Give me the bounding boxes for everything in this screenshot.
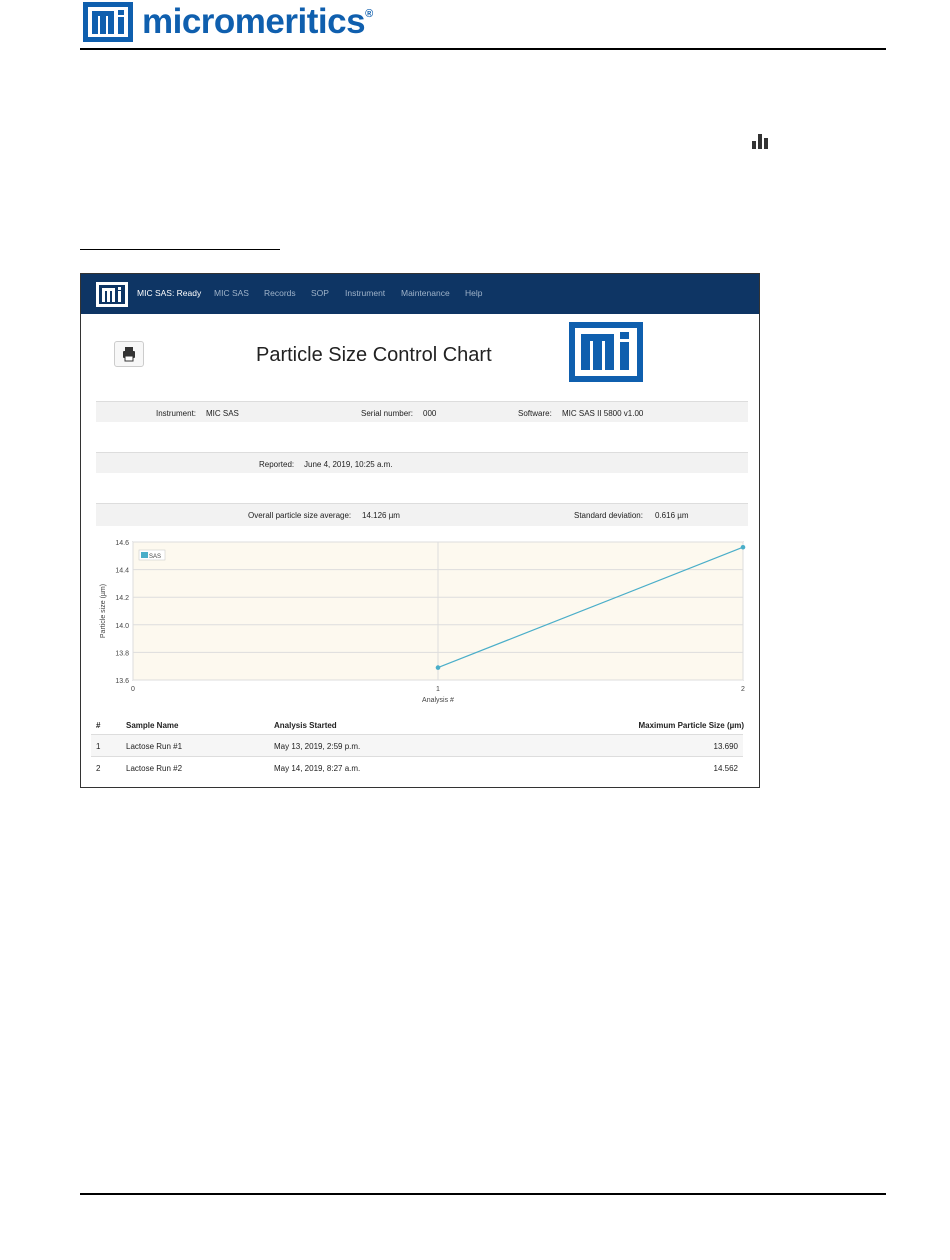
row-sample-name: Lactose Run #1 — [126, 742, 183, 751]
serial-value: 000 — [423, 409, 437, 418]
row-analysis-started: May 14, 2019, 8:27 a.m. — [274, 764, 361, 773]
table-row[interactable]: 2 Lactose Run #2 May 14, 2019, 8:27 a.m.… — [91, 756, 743, 779]
instrument-label: Instrument: — [156, 409, 197, 418]
col-header-sample-name: Sample Name — [126, 721, 179, 730]
col-header-analysis-started: Analysis Started — [274, 721, 337, 730]
average-label: Overall particle size average: — [248, 511, 352, 520]
micromeritics-brand-text: micromeritics® — [142, 2, 373, 41]
chart-canvas: 13.6 13.8 14.0 14.2 14.4 14.6 0 1 2 Particle size… — [100, 540, 746, 704]
reported-value: June 4, 2019, 10:25 a.m. — [304, 460, 393, 469]
header-rule — [80, 48, 886, 50]
stddev-label: Standard deviation: — [574, 511, 643, 520]
instrument-value: MIC SAS — [206, 409, 239, 418]
row-max-particle-size: 13.690 — [713, 742, 738, 751]
print-button[interactable] — [114, 341, 144, 367]
legend-swatch — [141, 552, 148, 558]
particle-size-chart: 13.6 13.8 14.0 14.2 14.4 14.6 0 1 2 Particle size… — [91, 536, 751, 706]
printer-icon — [123, 347, 135, 362]
table-row[interactable]: 1 Lactose Run #1 May 13, 2019, 2:59 p.m.… — [91, 734, 743, 757]
stddev-value: 0.616 µm — [655, 511, 689, 520]
x-axis-label: Analysis # — [422, 697, 454, 704]
row-number: 2 — [96, 764, 101, 773]
link-underline — [80, 249, 280, 250]
nav-item-maintenance[interactable]: Maintenance — [401, 288, 450, 298]
y-tick-label: 14.4 — [115, 568, 129, 575]
mi-brand-logo — [569, 322, 643, 382]
nav-item-mic-sas[interactable]: MIC SAS — [214, 288, 249, 298]
col-header-max-particle-size: Maximum Particle Size (µm) — [638, 721, 744, 730]
data-point — [740, 544, 746, 550]
serial-label: Serial number: — [361, 409, 414, 418]
x-tick-label: 0 — [131, 686, 135, 693]
software-label: Software: — [518, 409, 552, 418]
top-navbar: MIC SAS: Ready MIC SAS Records SOP Instr… — [81, 274, 759, 314]
nav-status[interactable]: MIC SAS: Ready — [137, 288, 201, 298]
statistics-row: Overall particle size average: 14.126 µm… — [96, 503, 748, 526]
row-analysis-started: May 13, 2019, 2:59 p.m. — [274, 742, 361, 751]
row-sample-name: Lactose Run #2 — [126, 764, 183, 773]
x-tick-label: 2 — [741, 686, 745, 693]
nav-item-sop[interactable]: SOP — [311, 288, 329, 298]
y-tick-label: 13.8 — [115, 650, 129, 657]
y-tick-label: 14.6 — [115, 540, 129, 547]
nav-item-instrument[interactable]: Instrument — [345, 288, 385, 298]
legend-label: SAS — [149, 554, 161, 560]
x-tick-label: 1 — [436, 686, 440, 693]
nav-item-help[interactable]: Help — [465, 288, 482, 298]
bar-chart-icon — [752, 134, 768, 149]
y-tick-label: 14.2 — [115, 595, 129, 602]
y-axis-label: Particle size (µm) — [100, 584, 107, 638]
y-tick-label: 14.0 — [115, 623, 129, 630]
nav-item-records[interactable]: Records — [264, 288, 296, 298]
col-header-number: # — [96, 721, 101, 730]
app-screenshot: MIC SAS: Ready MIC SAS Records SOP Instr… — [80, 273, 760, 788]
reported-label: Reported: — [259, 460, 295, 469]
mi-logo-icon — [96, 282, 128, 307]
y-tick-label: 13.6 — [115, 678, 129, 685]
instrument-info-row: Instrument: MIC SAS Serial number: 000 S… — [96, 401, 748, 422]
average-value: 14.126 µm — [362, 511, 400, 520]
page-title: Particle Size Control Chart — [256, 344, 492, 366]
software-value: MIC SAS II 5800 v1.00 — [562, 409, 644, 418]
footer-rule — [80, 1193, 886, 1195]
reported-row: Reported: June 4, 2019, 10:25 a.m. — [96, 452, 748, 473]
data-point — [435, 665, 441, 670]
row-max-particle-size: 14.562 — [713, 764, 738, 773]
row-number: 1 — [96, 742, 101, 751]
